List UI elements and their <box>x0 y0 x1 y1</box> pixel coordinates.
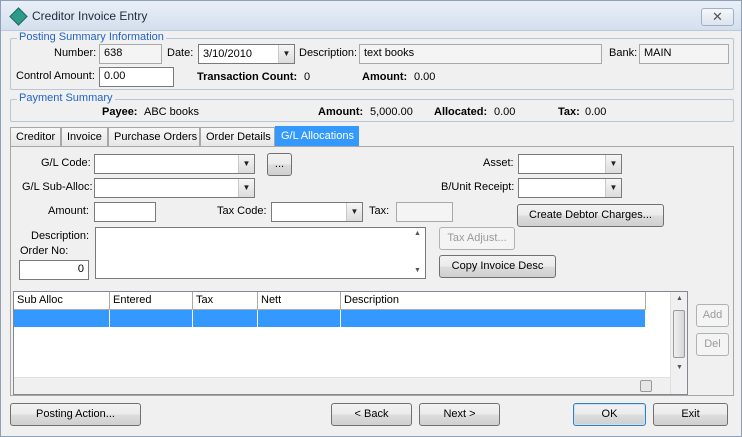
summary-amount-label: Amount: <box>362 71 408 83</box>
table-cell[interactable] <box>14 310 110 327</box>
asset-combo[interactable]: ▼ <box>518 154 622 174</box>
date-label: Date: <box>167 47 194 59</box>
window-title: Creditor Invoice Entry <box>32 9 148 23</box>
tax-adjust-button[interactable]: Tax Adjust... <box>439 227 515 250</box>
tax-code-label: Tax Code: <box>217 205 267 217</box>
column-header-tax[interactable]: Tax <box>193 292 258 310</box>
posting-summary-title: Posting Summary Information <box>17 31 166 43</box>
payment-amount-label: Amount: <box>318 106 364 118</box>
main-window: Creditor Invoice Entry ✕ Posting Summary… <box>0 0 742 437</box>
order-no-label: Order No: <box>20 245 69 257</box>
table-cell[interactable] <box>341 310 646 327</box>
summary-amount-value: 0.00 <box>414 71 436 83</box>
chevron-down-icon[interactable]: ▼ <box>346 203 362 221</box>
gl-description-label: Description: <box>31 230 90 242</box>
payee-value: ABC books <box>144 106 200 118</box>
allocated-label: Allocated: <box>434 106 488 118</box>
payment-amount-value: 5,000.00 <box>370 106 413 118</box>
chevron-down-icon[interactable]: ▼ <box>605 179 621 197</box>
tab-invoice[interactable]: Invoice <box>61 127 108 147</box>
next-button[interactable]: Next > <box>419 403 500 426</box>
scroll-up-icon[interactable]: ▲ <box>409 230 426 237</box>
grid-horizontal-scrollbar[interactable] <box>14 377 670 394</box>
close-button[interactable]: ✕ <box>701 8 734 26</box>
allocated-value: 0.00 <box>494 106 516 118</box>
order-no-field[interactable]: 0 <box>19 260 89 280</box>
gl-description-textarea[interactable]: ▲ ▼ <box>95 227 426 279</box>
table-cell[interactable] <box>258 310 341 327</box>
app-icon <box>9 7 28 26</box>
exit-button[interactable]: Exit <box>653 403 728 426</box>
table-row[interactable] <box>14 310 646 327</box>
scroll-down-icon[interactable]: ▼ <box>409 267 426 274</box>
transaction-count-label: Transaction Count: <box>197 71 298 83</box>
posting-action-button[interactable]: Posting Action... <box>10 403 141 426</box>
control-amount-field[interactable]: 0.00 <box>99 67 174 87</box>
table-cell[interactable] <box>193 310 258 327</box>
date-value: 3/10/2010 <box>203 48 252 60</box>
column-header-entered[interactable]: Entered <box>110 292 193 310</box>
back-button[interactable]: < Back <box>331 403 412 426</box>
description-label: Description: <box>299 47 358 59</box>
gl-code-browse-button[interactable]: ... <box>267 153 292 176</box>
gl-tax-label: Tax: <box>369 205 390 217</box>
chevron-down-icon[interactable]: ▼ <box>605 155 621 173</box>
number-label: Number: <box>54 47 97 59</box>
chevron-down-icon[interactable]: ▼ <box>238 155 254 173</box>
tax-code-combo[interactable]: ▼ <box>271 202 363 222</box>
date-picker[interactable]: 3/10/2010 ▼ <box>198 44 295 64</box>
asset-label: Asset: <box>483 157 514 169</box>
transaction-count-value: 0 <box>304 71 311 83</box>
scroll-up-icon[interactable]: ▲ <box>671 295 688 302</box>
description-field: text books <box>359 44 602 64</box>
gl-code-label: G/L Code: <box>41 157 91 169</box>
add-button[interactable]: Add <box>696 304 729 327</box>
column-header-nett[interactable]: Nett <box>258 292 341 310</box>
gl-suballoc-combo[interactable]: ▼ <box>94 178 255 198</box>
scroll-down-icon[interactable]: ▼ <box>671 364 688 371</box>
column-header-description[interactable]: Description <box>341 292 646 310</box>
copy-invoice-desc-button[interactable]: Copy Invoice Desc <box>439 255 556 278</box>
gl-suballoc-label: G/L Sub-Alloc: <box>22 181 93 193</box>
gl-code-combo[interactable]: ▼ <box>94 154 255 174</box>
ok-button[interactable]: OK <box>573 403 646 426</box>
create-debtor-charges-button[interactable]: Create Debtor Charges... <box>517 204 664 227</box>
bunit-receipt-label: B/Unit Receipt: <box>441 181 515 193</box>
column-header-sub-alloc[interactable]: Sub Alloc <box>14 292 110 310</box>
bank-field: MAIN <box>639 44 729 64</box>
gl-amount-field[interactable] <box>94 202 156 222</box>
bunit-receipt-combo[interactable]: ▼ <box>518 178 622 198</box>
tab-gl-allocations[interactable]: G/L Allocations <box>275 126 359 148</box>
chevron-down-icon[interactable]: ▼ <box>278 45 294 63</box>
number-field: 638 <box>99 44 162 64</box>
grid-header: Sub Alloc Entered Tax Nett Description <box>14 292 646 310</box>
tab-creditor[interactable]: Creditor <box>10 127 61 147</box>
control-amount-label: Control Amount: <box>16 70 95 82</box>
gl-amount-label: Amount: <box>48 205 89 217</box>
table-cell[interactable] <box>110 310 193 327</box>
payee-label: Payee: <box>102 106 138 118</box>
chevron-down-icon[interactable]: ▼ <box>238 179 254 197</box>
allocations-grid[interactable]: Sub Alloc Entered Tax Nett Description ▲… <box>13 291 688 395</box>
scroll-thumb[interactable] <box>640 380 652 392</box>
del-button[interactable]: Del <box>696 333 729 356</box>
gl-tax-field <box>396 202 453 222</box>
tab-purchase-orders[interactable]: Purchase Orders <box>108 127 200 147</box>
payment-tax-label: Tax: <box>558 106 580 118</box>
payment-tax-value: 0.00 <box>585 106 607 118</box>
payment-summary-title: Payment Summary <box>17 92 115 104</box>
scroll-thumb[interactable] <box>673 310 685 358</box>
title-bar: Creditor Invoice Entry ✕ <box>1 1 741 31</box>
grid-vertical-scrollbar[interactable]: ▲ ▼ <box>670 292 687 394</box>
bank-label: Bank: <box>609 47 638 59</box>
tab-order-details[interactable]: Order Details <box>200 127 275 147</box>
